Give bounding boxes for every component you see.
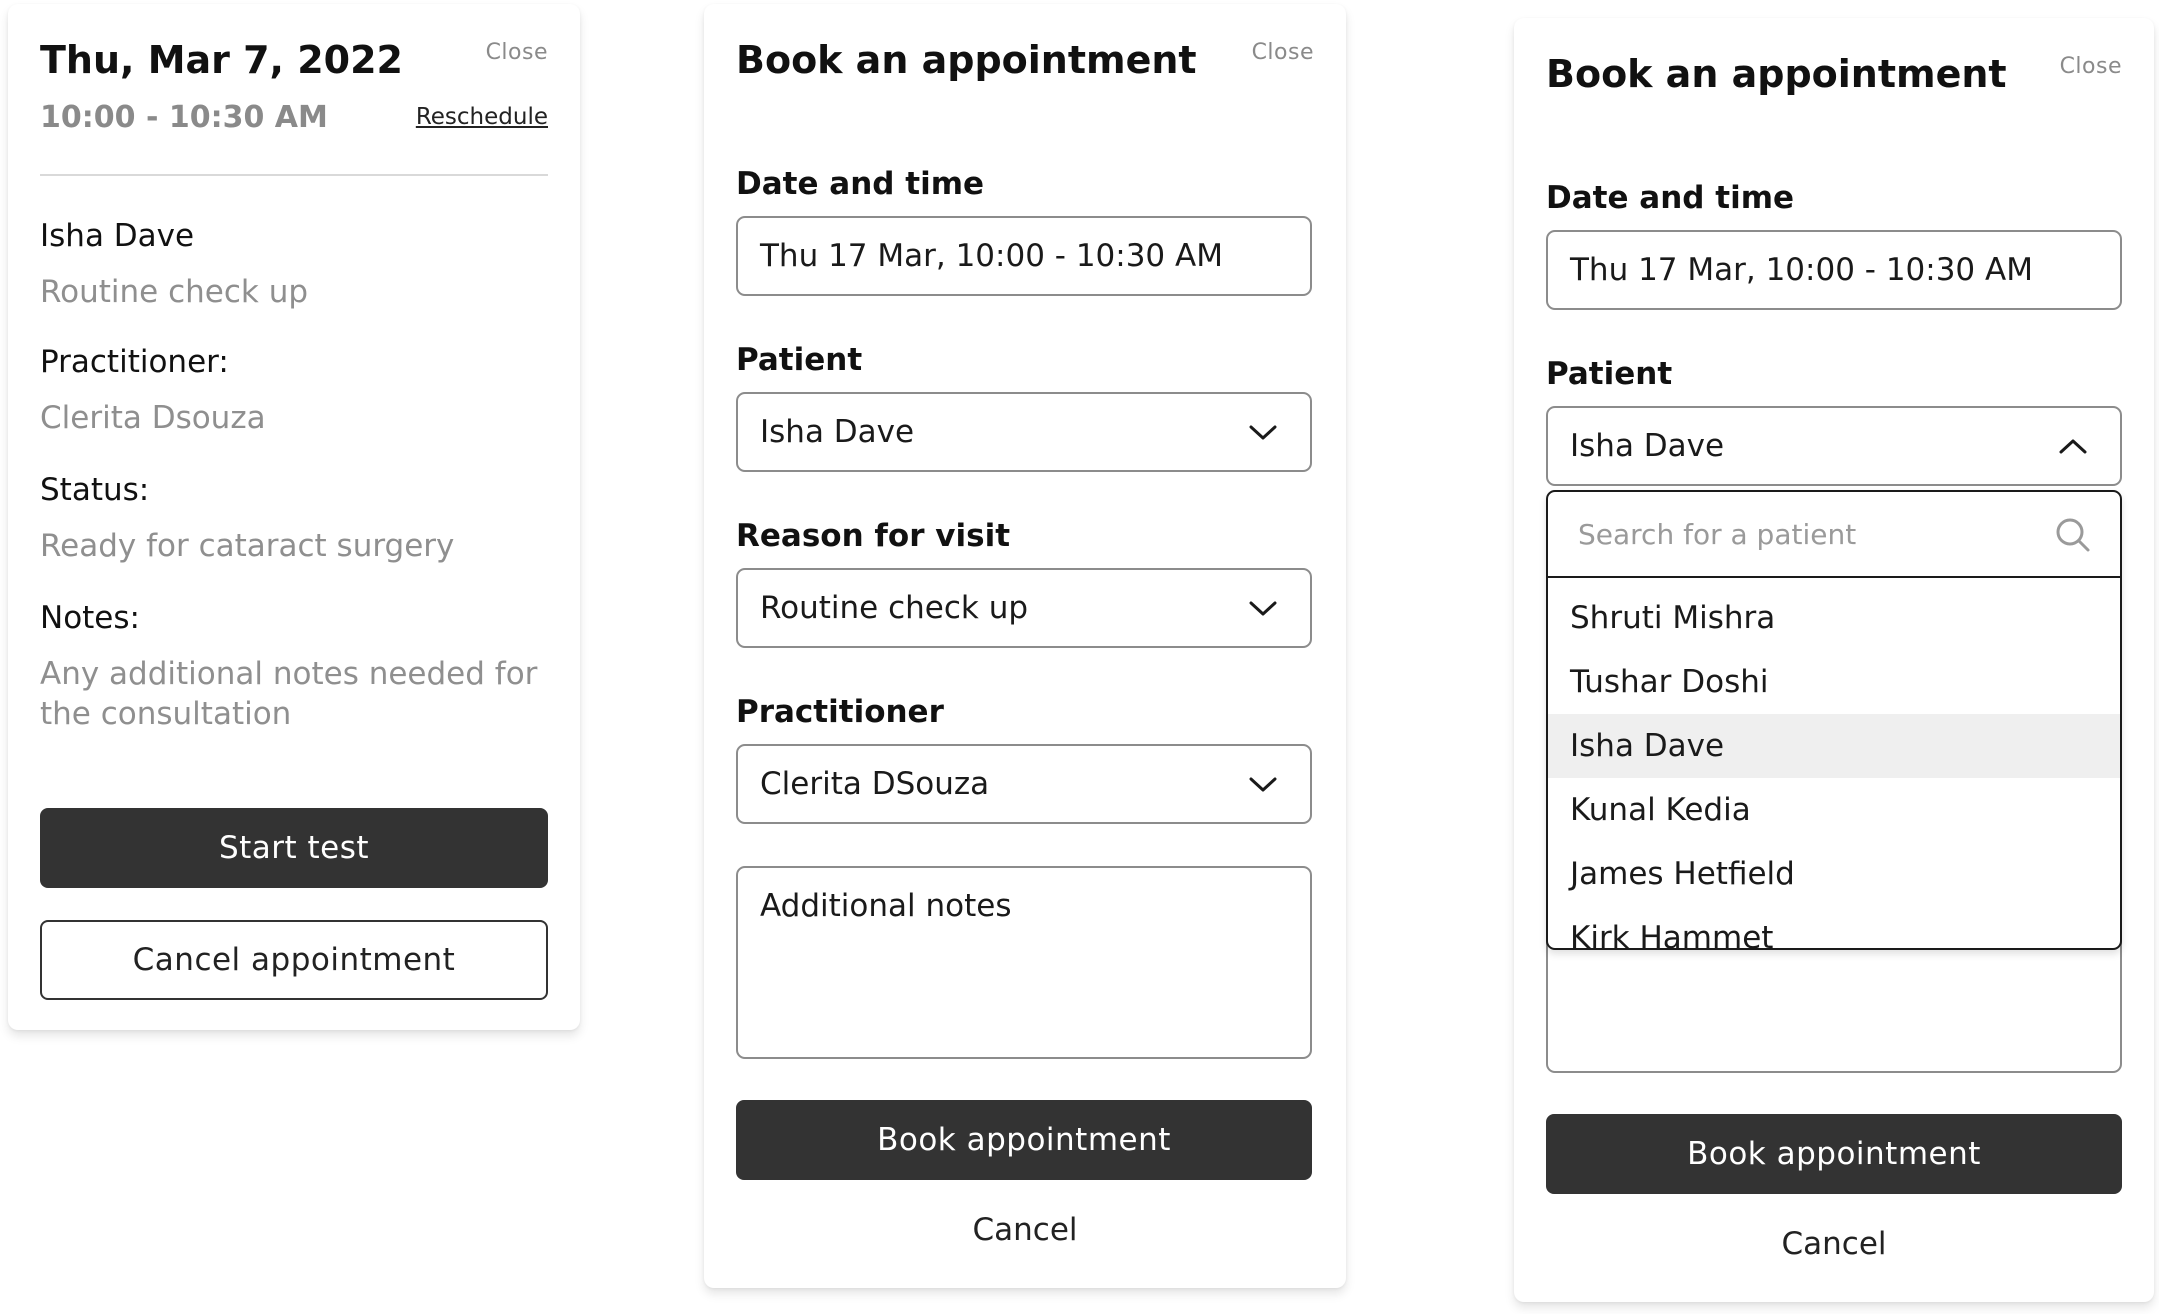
patient-search: [1548, 492, 2120, 578]
close-button[interactable]: Close: [486, 40, 548, 65]
chevron-down-icon: [1249, 601, 1277, 616]
practitioner-select[interactable]: Clerita DSouza: [736, 744, 1312, 824]
chevron-down-icon: [1249, 777, 1277, 792]
patient-select-value: Isha Dave: [760, 414, 915, 450]
date-time-label: Date and time: [736, 166, 985, 202]
additional-notes-field[interactable]: Additional notes: [736, 866, 1312, 1059]
date-time-value: Thu 17 Mar, 10:00 - 10:30 AM: [1570, 252, 2033, 288]
patient-select[interactable]: Isha Dave: [1546, 406, 2122, 486]
patient-option[interactable]: Tushar Doshi: [1548, 650, 2120, 714]
patient-options-list: Shruti Mishra Tushar Doshi Isha Dave Kun…: [1548, 578, 2120, 948]
date-time-value: Thu 17 Mar, 10:00 - 10:30 AM: [760, 238, 1223, 274]
notes-label: Notes:: [40, 600, 140, 636]
date-time-field[interactable]: Thu 17 Mar, 10:00 - 10:30 AM: [1546, 230, 2122, 310]
book-appointment-button[interactable]: Book appointment: [1546, 1114, 2122, 1194]
form-title: Book an appointment: [736, 38, 1197, 82]
patient-option-selected[interactable]: Isha Dave: [1548, 714, 2120, 778]
date-time-label: Date and time: [1546, 180, 1795, 216]
patient-label: Patient: [736, 342, 863, 378]
divider: [40, 174, 548, 176]
patient-option[interactable]: Kirk Hammet: [1548, 906, 2120, 948]
patient-search-input[interactable]: [1578, 517, 2038, 551]
chevron-up-icon: [2059, 439, 2087, 454]
practitioner-label: Practitioner: [736, 694, 944, 730]
close-button[interactable]: Close: [2060, 54, 2122, 79]
visit-reason: Routine check up: [40, 274, 309, 310]
date-time-field[interactable]: Thu 17 Mar, 10:00 - 10:30 AM: [736, 216, 1312, 296]
chevron-down-icon: [1249, 425, 1277, 440]
close-button[interactable]: Close: [1252, 40, 1314, 65]
booking-form-card-open: Book an appointment Close Date and time …: [1514, 18, 2154, 1302]
reason-select-value: Routine check up: [760, 590, 1029, 626]
patient-select-value: Isha Dave: [1570, 428, 1725, 464]
status-value: Ready for cataract surgery: [40, 528, 455, 564]
additional-notes-placeholder: Additional notes: [760, 888, 1012, 924]
reason-select[interactable]: Routine check up: [736, 568, 1312, 648]
reschedule-link[interactable]: Reschedule: [416, 104, 548, 130]
start-test-button[interactable]: Start test: [40, 808, 548, 888]
appointment-time: 10:00 - 10:30 AM: [40, 100, 328, 135]
form-title: Book an appointment: [1546, 52, 2007, 96]
cancel-button[interactable]: Cancel: [704, 1212, 1346, 1248]
notes-value: Any additional notes needed for the cons…: [40, 656, 538, 732]
patient-dropdown: Shruti Mishra Tushar Doshi Isha Dave Kun…: [1546, 490, 2122, 950]
patient-option[interactable]: James Hetfield: [1548, 842, 2120, 906]
practitioner-label: Practitioner:: [40, 344, 229, 380]
appointment-details-card: Thu, Mar 7, 2022 Close 10:00 - 10:30 AM …: [8, 4, 580, 1030]
patient-select[interactable]: Isha Dave: [736, 392, 1312, 472]
book-appointment-button[interactable]: Book appointment: [736, 1100, 1312, 1180]
status-label: Status:: [40, 472, 150, 508]
practitioner-value: Clerita Dsouza: [40, 400, 266, 436]
patient-name: Isha Dave: [40, 218, 195, 254]
patient-label: Patient: [1546, 356, 1673, 392]
practitioner-select-value: Clerita DSouza: [760, 766, 990, 802]
cancel-button[interactable]: Cancel: [1514, 1226, 2154, 1262]
patient-option[interactable]: Shruti Mishra: [1548, 586, 2120, 650]
booking-form-card: Book an appointment Close Date and time …: [704, 4, 1346, 1288]
appointment-date: Thu, Mar 7, 2022: [40, 38, 403, 82]
reason-label: Reason for visit: [736, 518, 1011, 554]
cancel-appointment-button[interactable]: Cancel appointment: [40, 920, 548, 1000]
search-icon[interactable]: [2054, 516, 2092, 554]
patient-option[interactable]: Kunal Kedia: [1548, 778, 2120, 842]
